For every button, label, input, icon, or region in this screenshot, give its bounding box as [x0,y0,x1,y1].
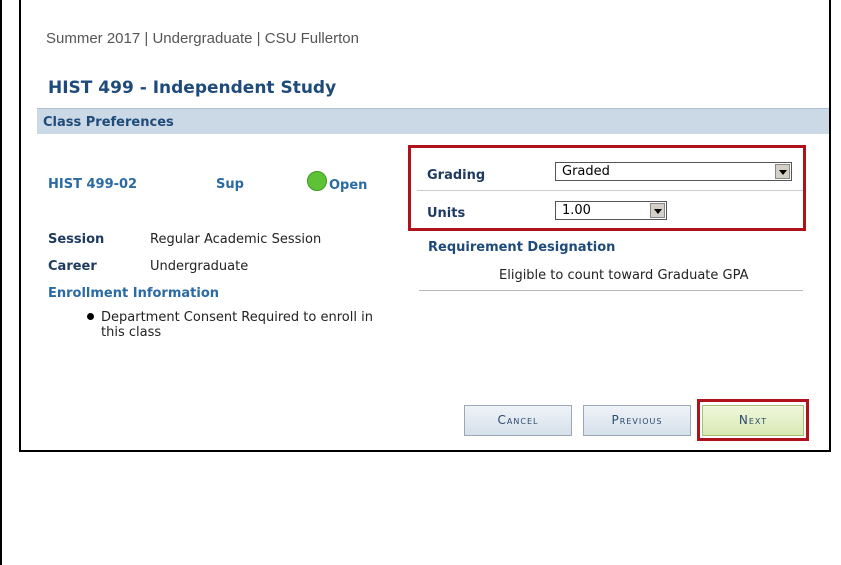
chevron-down-icon[interactable] [775,164,790,179]
cancel-button[interactable]: Cancel [464,405,572,436]
bullet-icon [87,313,94,320]
section-title: Class Preferences [43,115,174,130]
career-value: Undergraduate [150,259,249,274]
status-label: Open [329,178,368,193]
enrollment-info-heading: Enrollment Information [48,286,220,301]
term-breadcrumb: Summer 2017 | Undergraduate | CSU Fuller… [46,30,359,47]
open-status-icon [307,171,327,191]
enrollment-note: Department Consent Required to enroll in… [101,310,373,340]
chevron-down-icon[interactable] [650,203,665,218]
divider [419,290,803,291]
session-value: Regular Academic Session [150,232,322,247]
section-header: Class Preferences [37,108,829,134]
career-label: Career [48,259,97,274]
previous-button[interactable]: Previous [583,405,691,436]
class-preferences-panel: Summer 2017 | Undergraduate | CSU Fuller… [19,0,831,452]
grading-selected-value: Graded [562,164,610,179]
grading-select[interactable]: Graded [555,162,792,181]
units-selected-value: 1.00 [562,203,591,218]
class-component: Sup [216,177,244,192]
grading-label: Grading [427,168,486,183]
next-button[interactable]: Next [702,405,804,436]
class-section-link[interactable]: HIST 499-02 [48,177,137,192]
course-title: HIST 499 - Independent Study [48,78,337,98]
requirement-designation-heading: Requirement Designation [428,240,616,255]
units-label: Units [427,206,466,221]
session-label: Session [48,232,105,247]
requirement-designation-text: Eligible to count toward Graduate GPA [499,268,749,283]
units-select[interactable]: 1.00 [555,201,667,220]
